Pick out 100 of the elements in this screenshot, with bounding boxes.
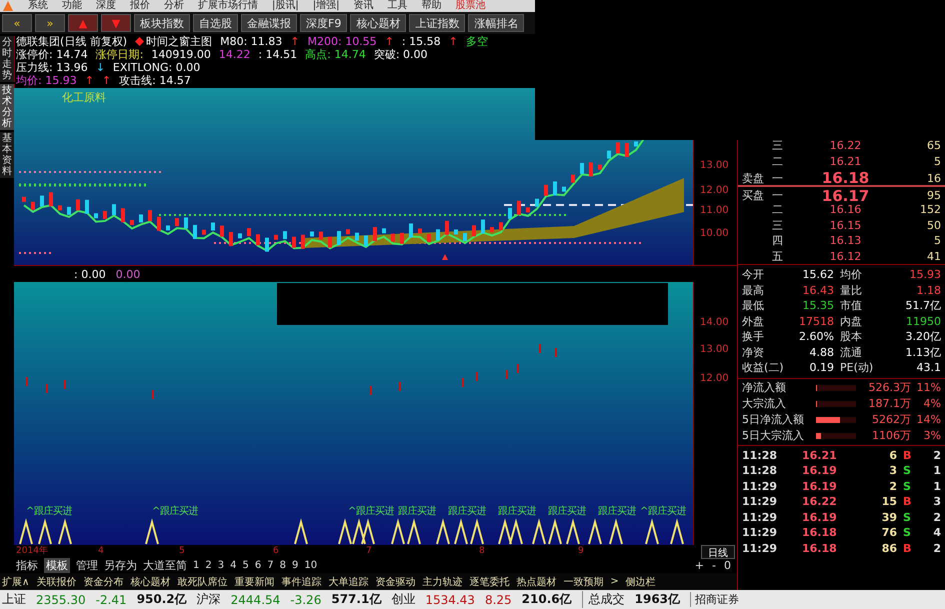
- toolbar-button[interactable]: «: [2, 14, 32, 32]
- page-number[interactable]: 4: [230, 560, 236, 570]
- toolbar-button[interactable]: 深度F9: [300, 14, 348, 32]
- index-amount: 950.2亿: [136, 591, 187, 608]
- period-button[interactable]: 日线: [701, 545, 735, 559]
- book-level: 三: [772, 138, 784, 154]
- trade-time: 11:29: [742, 480, 778, 493]
- toolbar-button[interactable]: 涨幅排名: [468, 14, 524, 32]
- indicator-value: ↑: [290, 35, 300, 48]
- menu-item[interactable]: 帮助: [422, 0, 442, 12]
- footer-tab[interactable]: 事件追踪: [281, 574, 322, 588]
- menu-item[interactable]: |增强|: [312, 0, 340, 12]
- trade-price: 16.19: [802, 480, 838, 493]
- stat-label: 净资: [742, 344, 765, 360]
- toolbar-button[interactable]: »: [35, 14, 65, 32]
- zoom-control[interactable]: -: [712, 558, 716, 572]
- page-number[interactable]: 7: [267, 560, 274, 570]
- side-tab[interactable]: 技术分析: [0, 84, 15, 130]
- footer-tab[interactable]: 热点题材: [516, 574, 556, 588]
- indicator-value: 时间之窗主图: [146, 34, 212, 49]
- book-volume: 41: [926, 250, 941, 263]
- date-label: 4: [98, 545, 104, 557]
- book-price: 16.13: [828, 234, 862, 248]
- toolbar-button[interactable]: 自选股: [193, 14, 238, 32]
- date-label: 7: [366, 545, 372, 557]
- flow-percent: 11%: [916, 381, 941, 394]
- stat-value: 15.93: [908, 268, 941, 282]
- page-number[interactable]: 2: [205, 560, 212, 570]
- turnover-label: 总成交: [582, 591, 625, 608]
- book-price: 16.16: [828, 203, 862, 216]
- index-change: -2.41: [96, 592, 127, 606]
- toolbar-button[interactable]: 上证指数: [409, 14, 466, 32]
- page-number[interactable]: 8: [280, 560, 286, 570]
- stat-value: 43.1: [916, 361, 941, 374]
- indicator-tab[interactable]: 指标: [16, 558, 38, 572]
- menu-item[interactable]: 功能: [62, 0, 82, 12]
- indicator-tab[interactable]: 大道至简: [143, 558, 187, 572]
- menu-item[interactable]: 资讯: [354, 0, 374, 12]
- trade-count: 3: [932, 495, 941, 508]
- footer-tab[interactable]: 重要新闻: [234, 574, 274, 588]
- indicator-value: 0.00: [116, 268, 140, 280]
- flow-amount: 5262万: [871, 412, 911, 427]
- signal-label: 跟庄买进: [598, 504, 636, 518]
- footer-tab[interactable]: 资金分布: [83, 574, 124, 588]
- indicator-value: 14.22: [218, 48, 250, 61]
- trade-time: 11:28: [742, 448, 778, 462]
- page-number[interactable]: 3: [218, 560, 224, 570]
- footer-tab[interactable]: 关联报价: [36, 574, 76, 588]
- flow-label: 5日大宗流入: [742, 428, 805, 443]
- flow-label: 净流入额: [742, 380, 787, 395]
- trade-side: S: [903, 510, 912, 524]
- stat-label: PE(动): [840, 360, 874, 376]
- zoom-control[interactable]: +: [694, 558, 704, 572]
- indicator-value: : 15.58: [402, 35, 441, 48]
- page-number[interactable]: 1: [193, 560, 200, 570]
- toolbar-button[interactable]: 金融谍报: [241, 14, 297, 32]
- indicator-value: ↑: [84, 74, 94, 87]
- stat-label: 最高: [742, 282, 765, 298]
- footer-tab[interactable]: 大单追踪: [328, 574, 368, 588]
- footer-tab[interactable]: 侧边栏: [626, 574, 656, 588]
- menu-item[interactable]: 工具: [388, 0, 408, 12]
- footer-tab[interactable]: 主力轨迹: [422, 574, 462, 588]
- menu-item[interactable]: 报价: [130, 0, 150, 12]
- footer-tab[interactable]: >: [610, 576, 619, 587]
- indicator-value: 压力线: 13.96: [16, 60, 88, 75]
- signal-label: ^跟庄买进: [348, 504, 394, 518]
- axis-label: 13.00: [700, 344, 729, 355]
- indicator-tab[interactable]: 模板: [44, 558, 70, 572]
- footer-tab[interactable]: 核心题材: [130, 574, 170, 588]
- side-tab[interactable]: 基本资料: [0, 132, 15, 178]
- toolbar-button[interactable]: 核心题材: [350, 14, 406, 32]
- footer-tab[interactable]: 一致预期: [563, 574, 604, 588]
- indicator-tab[interactable]: 另存为: [104, 558, 137, 572]
- axis-label: 12.00: [700, 185, 729, 196]
- date-label: 2014年: [16, 545, 48, 557]
- page-number[interactable]: 6: [254, 560, 262, 570]
- footer-tab[interactable]: 敢死队席位: [177, 574, 228, 588]
- trade-price: 16.18: [802, 542, 838, 555]
- turnover-value: 1963亿: [634, 591, 680, 608]
- flow-amount: 1106万: [871, 428, 911, 443]
- index-amount: 577.1亿: [331, 591, 382, 608]
- stat-value: 51.7亿: [904, 298, 941, 314]
- trade-volume: 6: [888, 448, 898, 462]
- trade-price: 16.18: [802, 526, 838, 540]
- book-volume: 5: [933, 154, 941, 168]
- footer-tab[interactable]: 资金驱动: [375, 574, 416, 588]
- footer-tab[interactable]: 扩展∧: [2, 574, 30, 588]
- menu-item[interactable]: |股讯|: [272, 0, 299, 12]
- menu-item[interactable]: 分析: [164, 0, 184, 12]
- toolbar-button[interactable]: 板块指数: [134, 14, 190, 32]
- zoom-control[interactable]: 0: [724, 558, 731, 572]
- book-volume: 152: [919, 203, 941, 216]
- menu-item[interactable]: 股票池: [456, 0, 486, 12]
- indicator-tab[interactable]: 管理: [76, 558, 98, 572]
- page-number[interactable]: 5: [242, 560, 249, 570]
- page-number[interactable]: 10: [304, 560, 318, 570]
- footer-tab[interactable]: 逐笔委托: [469, 574, 510, 588]
- indicator-value: 涨停价: 14.74: [16, 47, 88, 62]
- side-tab[interactable]: 分时走势: [0, 36, 15, 82]
- page-number[interactable]: 9: [292, 560, 298, 570]
